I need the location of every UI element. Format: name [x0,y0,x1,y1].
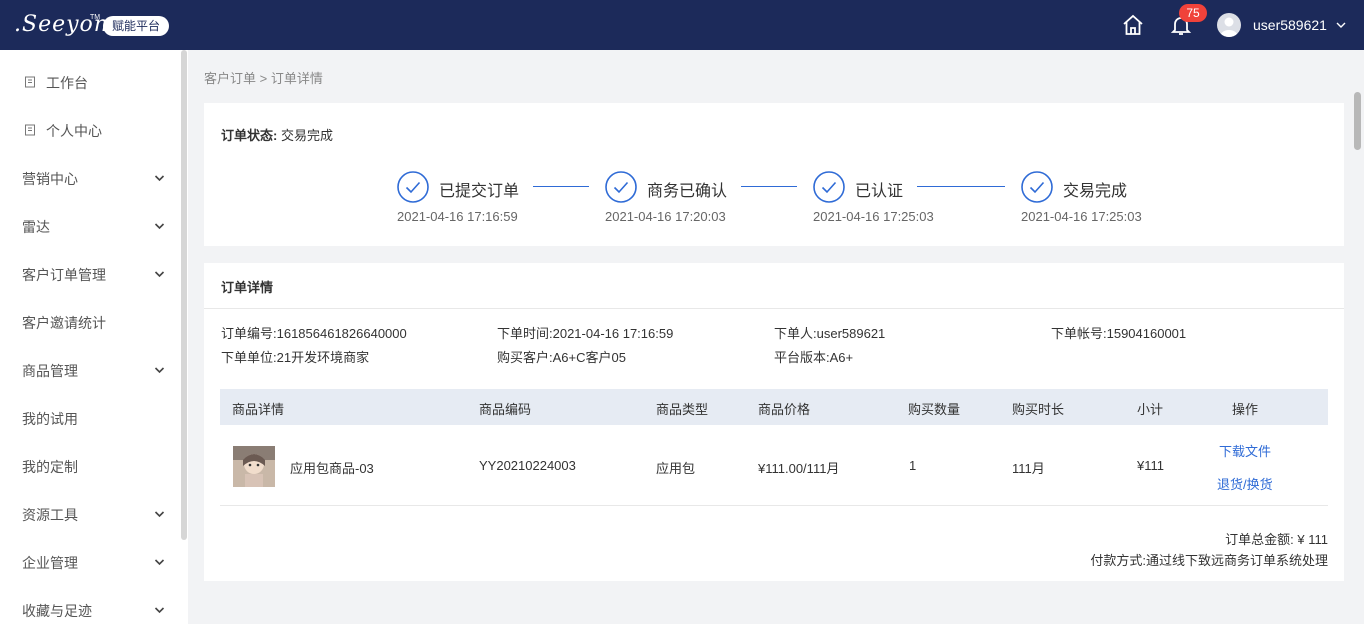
order-status-value: 交易完成 [280,128,333,143]
step-title: 已认证 [855,183,904,200]
step-title: 交易完成 [1063,183,1128,200]
top-header: .Seeyon TM 赋能平台 75 user589621 [0,0,1364,50]
order-number: 订单编号:161856461826640000 [221,326,407,341]
sidebar-item-label: 客户邀请统计 [22,315,106,331]
divider [204,308,1344,309]
sidebar-item-personal-center[interactable]: 个人中心 [0,106,180,154]
document-icon [25,76,35,88]
detail-title: 订单详情 [221,280,274,295]
sidebar-item-my-customizations[interactable]: 我的定制 [0,442,180,490]
platform-badge: 赋能平台 [103,16,170,36]
chevron-down-icon [154,559,165,566]
sidebar-item-customer-invitations[interactable]: 客户邀请统计 [0,298,180,346]
sidebar-item-label: 企业管理 [22,555,78,571]
chevron-down-icon [154,175,165,182]
order-status-label: 订单状态: [221,128,278,143]
chevron-down-icon [154,223,165,230]
sidebar-item-label: 个人中心 [46,123,102,139]
sidebar-item-label: 我的定制 [22,459,78,475]
sidebar-item-label: 我的试用 [22,411,78,427]
sidebar-item-label: 工作台 [46,75,88,91]
download-file-link[interactable]: 下载文件 [1219,441,1271,460]
step-connector [533,186,589,187]
sidebar-item-product-management[interactable]: 商品管理 [0,346,180,394]
page-scrollbar[interactable] [1354,92,1361,150]
sidebar-item-favorites-footprints[interactable]: 收藏与足迹 [0,586,180,624]
order-time: 下单时间:2021-04-16 17:16:59 [497,326,674,341]
buying-customer: 购买客户:A6+C客户05 [497,350,626,365]
chevron-down-icon [154,607,165,614]
col-actions: 操作 [1232,402,1259,417]
sidebar-item-my-trials[interactable]: 我的试用 [0,394,180,442]
return-exchange-link[interactable]: 退货/换货 [1217,474,1273,493]
check-circle-icon [1021,171,1053,203]
sidebar-item-label: 资源工具 [22,507,78,523]
table-row: 应用包商品-03 YY20210224003 应用包 ¥111.00/111月 … [220,425,1328,506]
chevron-down-icon [154,271,165,278]
sidebar: 工作台个人中心营销中心雷达客户订单管理 客户邀请统计 商品管理我的试用我的定制资源工… [0,50,188,624]
sidebar-item-label: 客户订单管理 [22,267,106,283]
chevron-down-icon [154,367,165,374]
col-product-code: 商品编码 [479,402,532,417]
order-account: 下单帐号:15904160001 [1051,326,1187,341]
order-status-line: 订单状态: 交易完成 [221,125,333,144]
step-time: 2021-04-16 17:16:59 [397,209,518,224]
product-type: 应用包 [656,461,696,476]
sidebar-item-marketing-center[interactable]: 营销中心 [0,154,180,202]
sidebar-item-label: 收藏与足迹 [22,603,92,619]
sidebar-item-workbench[interactable]: 工作台 [0,58,180,106]
quantity: 1 [909,458,917,473]
breadcrumb[interactable]: 客户订单 > 订单详情 [204,68,323,87]
sidebar-item-radar[interactable]: 雷达 [0,202,180,250]
sidebar-item-resource-tools[interactable]: 资源工具 [0,490,180,538]
col-duration: 购买时长 [1012,402,1065,417]
product-thumbnail[interactable] [233,446,275,487]
duration: 111月 [1012,461,1045,476]
col-product-detail: 商品详情 [232,402,285,417]
check-circle-icon [605,171,637,203]
platform-version: 平台版本:A6+ [774,350,854,365]
sidebar-item-label: 雷达 [22,219,50,235]
step-time: 2021-04-16 17:20:03 [605,209,726,224]
username[interactable]: user589621 [1253,17,1327,33]
product-name: 应用包商品-03 [290,461,374,476]
step-title: 商务已确认 [647,183,728,200]
col-product-price: 商品价格 [758,402,811,417]
check-circle-icon [397,171,429,203]
chevron-down-icon [154,511,165,518]
col-product-type: 商品类型 [656,402,709,417]
orderer: 下单人:user589621 [774,326,886,341]
col-subtotal: 小计 [1137,402,1164,417]
product-code: YY20210224003 [479,458,576,473]
step-title: 已提交订单 [439,183,520,200]
order-unit: 下单单位:21开发环境商家 [221,350,370,365]
order-detail-card: 订单详情 订单编号:161856461826640000 下单时间:2021-0… [204,263,1344,581]
sidebar-scrollbar[interactable] [181,50,187,540]
logo-trademark: TM [90,14,101,21]
order-total: 订单总金额: ¥ 111 [1225,532,1328,547]
col-quantity: 购买数量 [908,402,961,417]
payment-method: 付款方式:通过线下致远商务订单系统处理 [1090,553,1328,568]
sidebar-item-customer-orders[interactable]: 客户订单管理 [0,250,180,298]
order-status-card: 订单状态: 交易完成 已提交订单 2021-04-16 17:16:59 商务已确认… [204,103,1344,246]
user-avatar-icon [1220,17,1238,37]
notification-count-badge: 75 [1179,4,1207,22]
sidebar-item-label: 商品管理 [22,363,78,379]
subtotal: ¥111 [1137,458,1164,473]
avatar[interactable] [1217,13,1241,37]
check-circle-icon [813,171,845,203]
home-icon[interactable] [1121,13,1145,37]
table-header: 商品详情 商品编码 商品类型 商品价格 购买数量 购买时长 小计 操作 [220,389,1328,425]
chevron-down-icon[interactable] [1335,19,1347,31]
step-connector [741,186,797,187]
sidebar-item-enterprise-management[interactable]: 企业管理 [0,538,180,586]
step-time: 2021-04-16 17:25:03 [813,209,934,224]
step-time: 2021-04-16 17:25:03 [1021,209,1142,224]
sidebar-item-label: 营销中心 [22,171,78,187]
document-icon [25,124,35,136]
step-connector [917,186,1005,187]
product-price: ¥111.00/111月 [758,461,840,476]
